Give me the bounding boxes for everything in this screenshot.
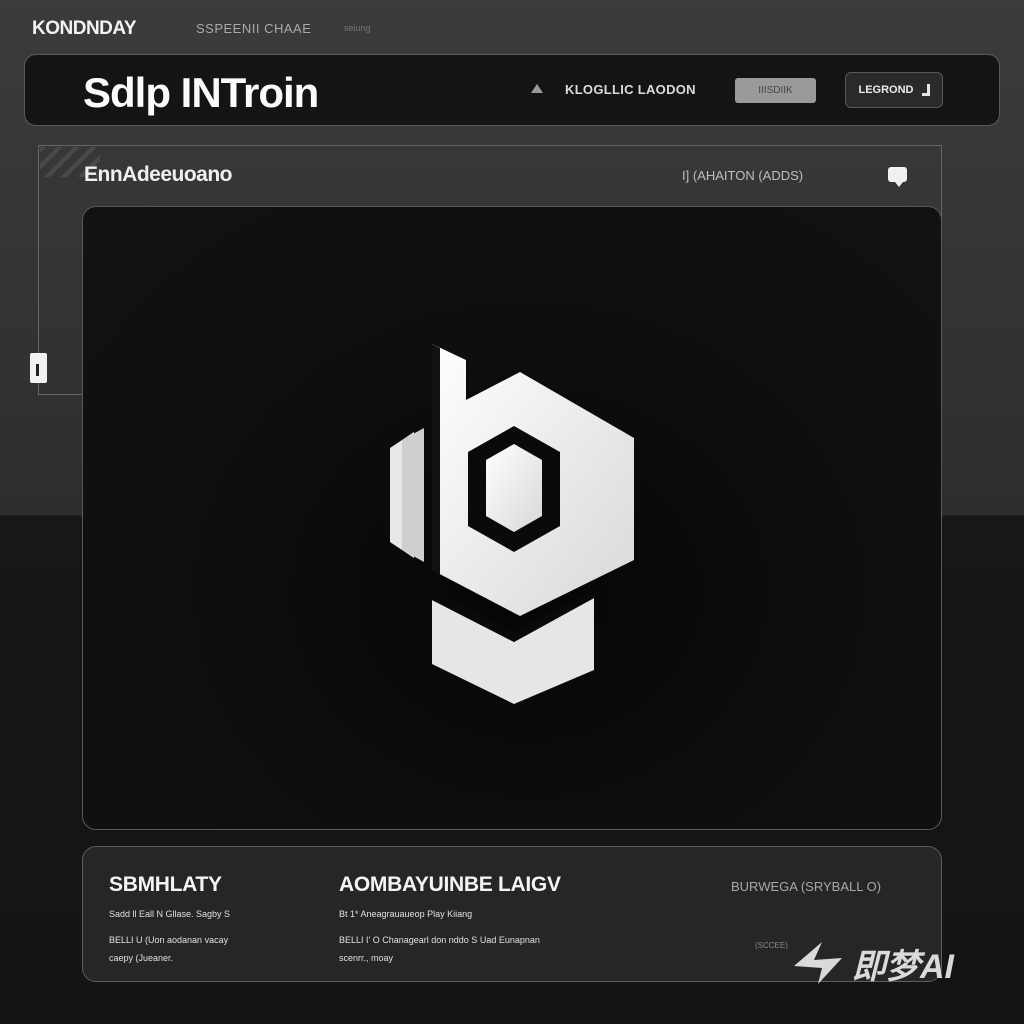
footer-col1-title: SBMHLATY: [109, 873, 222, 896]
top-nav-primary[interactable]: SSPEENII CHAAE: [196, 21, 311, 36]
panel-meta[interactable]: I] (AHAITON (ADDS): [682, 168, 803, 183]
header-pill-button[interactable]: IIISDIIK: [735, 78, 816, 103]
footer-corner-note: (SCCEE): [755, 941, 788, 950]
legend-button-label: LEGROND: [858, 84, 914, 96]
footer-col1-line2: BELLI U (Uon aodanan vacay caepy (Jueane…: [109, 935, 229, 963]
footer-col3-title[interactable]: BURWEGA (SRYBALL O): [731, 879, 881, 894]
triangle-up-icon[interactable]: [531, 84, 543, 93]
footer-col1-line1: Sadd ll Eall N Gllase. Sagby S: [109, 909, 231, 919]
header-link[interactable]: KLOGLLIC LAODON: [565, 82, 696, 97]
watermark: 即梦AI: [792, 938, 954, 988]
top-nav-secondary[interactable]: seiung: [344, 23, 371, 33]
footer-col2-title: AOMBAYUINBE LAIGV: [339, 873, 561, 896]
footer-col2-line1: Bt 1* Aneagrauaueop Play Kiiang: [339, 909, 473, 919]
page-title: Sdlp INTroin: [83, 69, 319, 116]
brand-name[interactable]: KONDNDAY: [32, 18, 137, 40]
header-bar: Sdlp INTroin KLOGLLIC LAODON IIISDIIK LE…: [24, 54, 1000, 126]
watermark-logo-icon: [794, 942, 842, 984]
legend-button[interactable]: LEGROND: [845, 72, 943, 108]
hexagon-b-logo: [390, 344, 634, 704]
top-bar: KONDNDAY: [32, 14, 137, 44]
footer-col2-line2: BELLI I' O Chanagearl don nddo S Uad Eun…: [339, 935, 540, 963]
corner-bracket-icon: [921, 84, 930, 96]
handle-icon[interactable]: [30, 353, 47, 383]
panel-title: EnnAdeeuoano: [84, 163, 233, 186]
comment-icon[interactable]: [888, 167, 907, 187]
watermark-text: 即梦AI: [852, 947, 954, 986]
